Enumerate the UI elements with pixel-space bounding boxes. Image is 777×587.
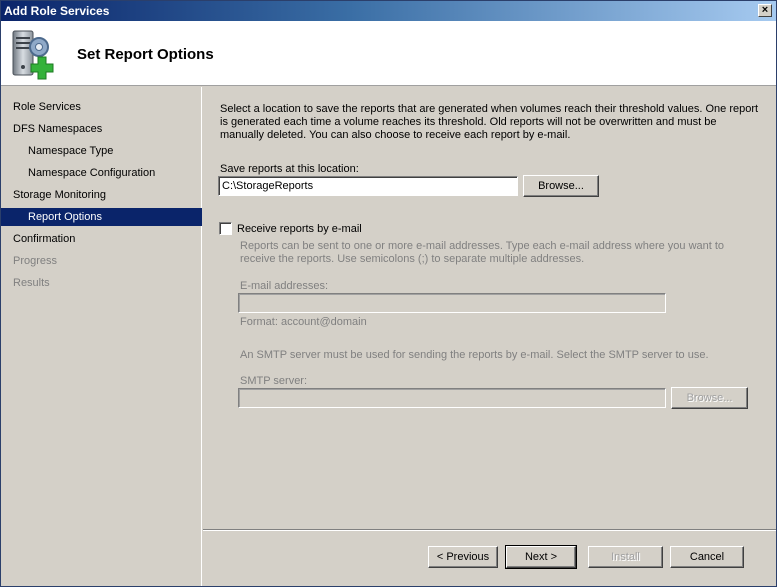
- page-title: Set Report Options: [77, 46, 214, 63]
- email-description: Reports can be sent to one or more e-mai…: [240, 240, 725, 265]
- sidebar-item-report-options[interactable]: Report Options: [1, 208, 202, 226]
- sidebar-item-storage-monitoring[interactable]: Storage Monitoring: [1, 186, 202, 204]
- browse-save-location-button[interactable]: Browse...: [523, 175, 599, 197]
- next-button[interactable]: Next >: [505, 545, 577, 569]
- sidebar-item-results: Results: [13, 277, 50, 289]
- previous-button[interactable]: < Previous: [428, 546, 498, 568]
- sidebar-item-dfs-namespaces[interactable]: DFS Namespaces: [1, 120, 202, 138]
- sidebar-item-progress: Progress: [13, 255, 58, 267]
- sidebar-item-role-services[interactable]: Role Services: [1, 98, 202, 116]
- sidebar-item-namespace-type[interactable]: Namespace Type: [1, 142, 202, 160]
- save-location-input[interactable]: C:\StorageReports: [218, 176, 518, 196]
- close-button[interactable]: ×: [758, 4, 772, 17]
- browse-smtp-server-button[interactable]: Browse...: [671, 387, 748, 409]
- sidebar-item-namespace-configuration[interactable]: Namespace Configuration: [1, 164, 202, 182]
- server-add-icon: [12, 30, 54, 80]
- save-location-label: Save reports at this location:: [220, 163, 359, 175]
- report-options-panel: Select a location to save the reports th…: [203, 87, 776, 530]
- sidebar-item-confirmation[interactable]: Confirmation: [1, 230, 202, 248]
- smtp-server-input[interactable]: [238, 388, 666, 408]
- email-addresses-label: E-mail addresses:: [240, 280, 329, 292]
- email-format-hint: Format: account@domain: [240, 316, 367, 328]
- email-reports-checkbox-label[interactable]: Receive reports by e-mail: [237, 223, 362, 235]
- page-description: Select a location to save the reports th…: [220, 103, 759, 141]
- close-icon: ×: [761, 4, 769, 16]
- wizard-steps-sidebar: Role Services DFS Namespaces Namespace T…: [1, 87, 202, 586]
- window-title: Add Role Services: [4, 4, 110, 18]
- cancel-button[interactable]: Cancel: [670, 546, 744, 568]
- email-addresses-input[interactable]: [238, 293, 666, 313]
- title-bar: Add Role Services ×: [1, 1, 776, 21]
- footer-separator: [203, 529, 776, 531]
- smtp-description: An SMTP server must be used for sending …: [240, 349, 709, 361]
- add-role-services-dialog: Add Role Services × Set Report Options R…: [0, 0, 777, 587]
- wizard-header: Set Report Options: [1, 21, 776, 86]
- smtp-server-label: SMTP server:: [240, 375, 308, 387]
- email-reports-checkbox[interactable]: [219, 222, 232, 235]
- install-button[interactable]: Install: [588, 546, 663, 568]
